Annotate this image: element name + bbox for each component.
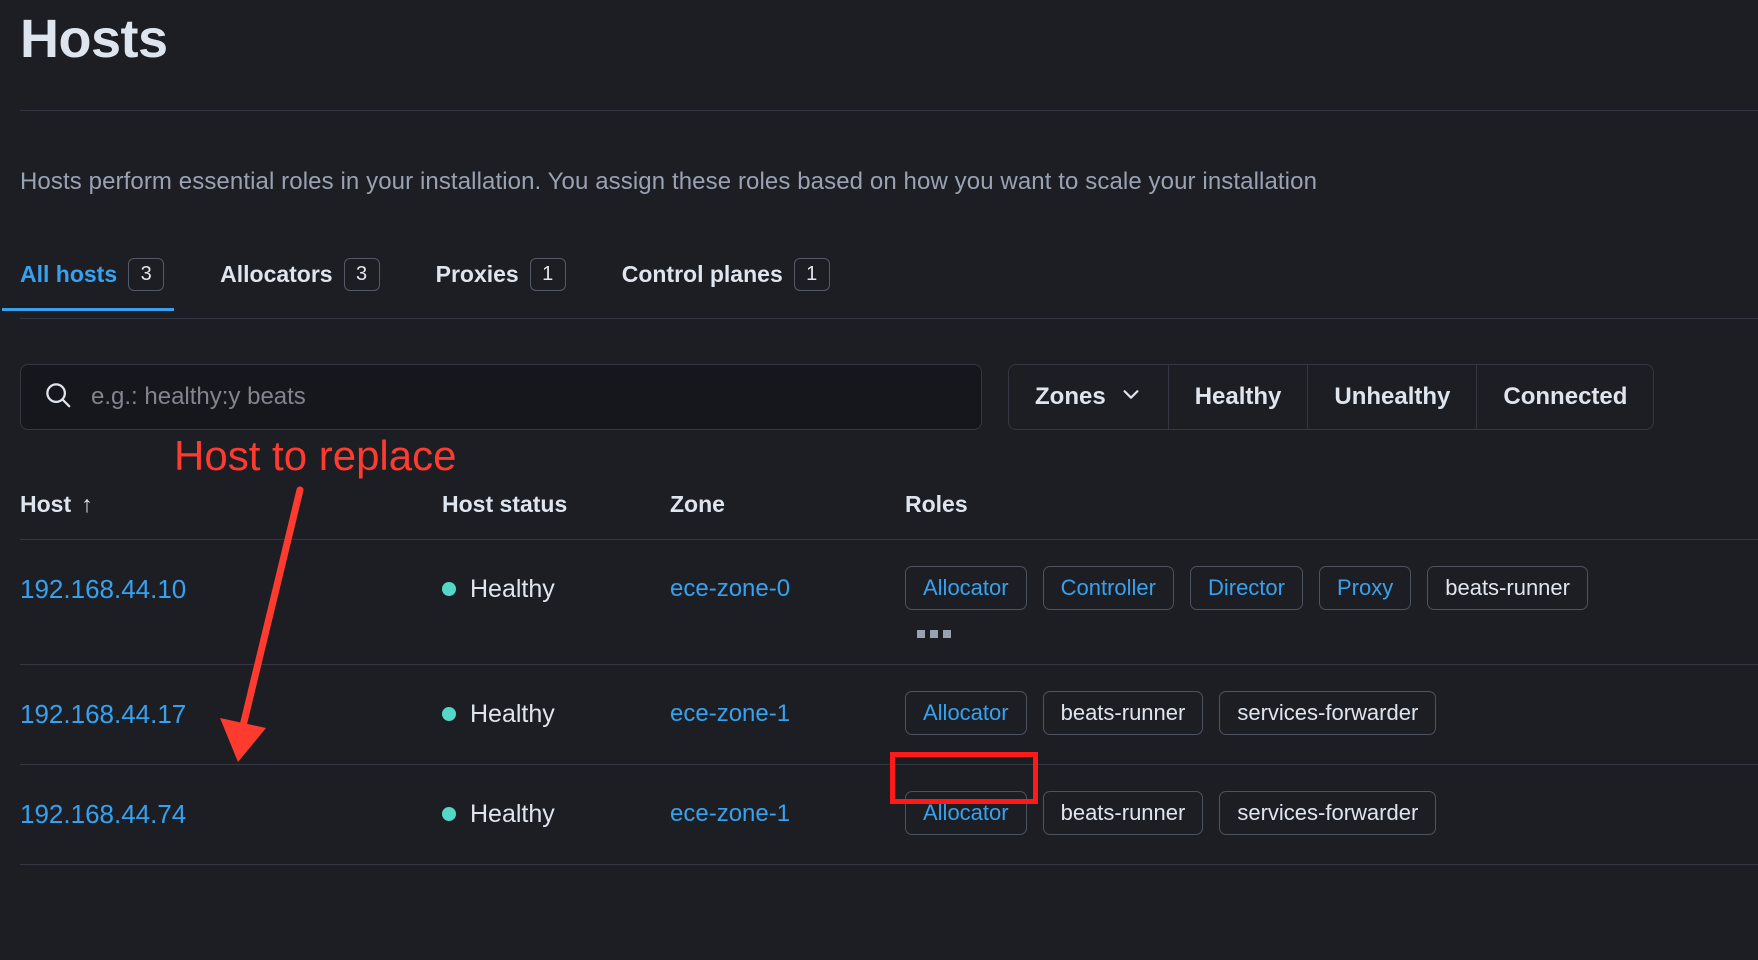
roles-cell: Allocator beats-runner services-forwarde… xyxy=(905,691,1758,735)
role-badge-beats-runner: beats-runner xyxy=(1043,691,1204,735)
host-link[interactable]: 192.168.44.74 xyxy=(20,799,186,830)
tab-allocators[interactable]: Allocators 3 xyxy=(220,258,403,311)
status-dot-icon xyxy=(442,707,456,721)
host-cell: 192.168.44.74 xyxy=(20,791,442,837)
tab-allocators-label: Allocators xyxy=(220,261,332,288)
tab-allocators-count: 3 xyxy=(344,258,380,291)
page-description: Hosts perform essential roles in your in… xyxy=(20,168,1317,196)
filter-zones-label: Zones xyxy=(1035,383,1106,411)
role-badge-allocator[interactable]: Allocator xyxy=(905,691,1027,735)
zone-link[interactable]: ece-zone-1 xyxy=(670,800,790,828)
ellipsis-dot-icon xyxy=(917,630,925,638)
status-badge: Healthy xyxy=(470,700,555,729)
role-badge-proxy[interactable]: Proxy xyxy=(1319,566,1411,610)
search-input[interactable] xyxy=(91,383,959,411)
tab-control-planes[interactable]: Control planes 1 xyxy=(622,258,854,311)
table-row: 192.168.44.10 Healthy ece-zone-0 Allocat… xyxy=(20,540,1758,665)
role-badge-allocator[interactable]: Allocator xyxy=(905,791,1027,835)
tab-proxies-count: 1 xyxy=(530,258,566,291)
ellipsis-dot-icon xyxy=(930,630,938,638)
hosts-page: Hosts Hosts perform essential roles in y… xyxy=(0,0,1758,960)
tab-proxies-label: Proxies xyxy=(436,261,519,288)
filter-zones[interactable]: Zones xyxy=(1009,365,1169,429)
search-bar[interactable] xyxy=(20,364,982,430)
title-divider xyxy=(20,110,1758,111)
zone-link[interactable]: ece-zone-0 xyxy=(670,575,790,603)
filter-group: Zones Healthy Unhealthy Connected xyxy=(1008,364,1654,430)
status-badge: Healthy xyxy=(470,800,555,829)
tab-all-hosts-label: All hosts xyxy=(20,261,117,288)
role-list: Allocator beats-runner services-forwarde… xyxy=(905,791,1758,835)
role-list: Allocator Controller Director Proxy beat… xyxy=(905,566,1758,610)
zone-cell: ece-zone-0 xyxy=(670,566,905,612)
host-link[interactable]: 192.168.44.10 xyxy=(20,574,186,605)
search-icon xyxy=(43,380,73,415)
status-badge: Healthy xyxy=(470,575,555,604)
tab-bar: All hosts 3 Allocators 3 Proxies 1 Contr… xyxy=(20,258,886,311)
status-dot-icon xyxy=(442,582,456,596)
role-badge-beats-runner: beats-runner xyxy=(1043,791,1204,835)
chevron-down-icon xyxy=(1120,383,1142,412)
role-badge-allocator[interactable]: Allocator xyxy=(905,566,1027,610)
filter-unhealthy[interactable]: Unhealthy xyxy=(1308,365,1477,429)
host-status-cell: Healthy xyxy=(442,791,670,837)
role-badge-beats-runner: beats-runner xyxy=(1427,566,1588,610)
tab-proxies[interactable]: Proxies 1 xyxy=(436,258,590,311)
roles-cell: Allocator beats-runner services-forwarde… xyxy=(905,791,1758,835)
tab-all-hosts[interactable]: All hosts 3 xyxy=(20,258,188,311)
tab-all-hosts-count: 3 xyxy=(128,258,164,291)
zone-link[interactable]: ece-zone-1 xyxy=(670,700,790,728)
tab-control-planes-label: Control planes xyxy=(622,261,783,288)
host-link[interactable]: 192.168.44.17 xyxy=(20,699,186,730)
column-header-host[interactable]: Host ↑ xyxy=(20,491,442,518)
table-header: Host ↑ Host status Zone Roles xyxy=(20,470,1758,540)
role-badge-services-forwarder: services-forwarder xyxy=(1219,791,1436,835)
page-title: Hosts xyxy=(20,8,168,70)
ellipsis-dot-icon xyxy=(943,630,951,638)
roles-cell: Allocator Controller Director Proxy beat… xyxy=(905,566,1758,638)
column-header-host-label: Host xyxy=(20,491,71,518)
host-status-cell: Healthy xyxy=(442,566,670,612)
filter-connected[interactable]: Connected xyxy=(1477,365,1653,429)
sort-ascending-icon: ↑ xyxy=(81,491,93,518)
column-header-roles[interactable]: Roles xyxy=(905,491,1758,518)
status-dot-icon xyxy=(442,807,456,821)
zone-cell: ece-zone-1 xyxy=(670,691,905,737)
role-badge-services-forwarder: services-forwarder xyxy=(1219,691,1436,735)
tabs-divider xyxy=(20,318,1758,319)
column-header-host-status[interactable]: Host status xyxy=(442,491,670,518)
host-cell: 192.168.44.17 xyxy=(20,691,442,737)
table-row: 192.168.44.74 Healthy ece-zone-1 Allocat… xyxy=(20,765,1758,865)
more-roles-button[interactable] xyxy=(917,630,961,638)
role-list: Allocator beats-runner services-forwarde… xyxy=(905,691,1758,735)
filter-healthy[interactable]: Healthy xyxy=(1169,365,1309,429)
hosts-table: Host ↑ Host status Zone Roles 192.168.44… xyxy=(20,470,1758,865)
role-badge-controller[interactable]: Controller xyxy=(1043,566,1174,610)
zone-cell: ece-zone-1 xyxy=(670,791,905,837)
host-status-cell: Healthy xyxy=(442,691,670,737)
column-header-zone[interactable]: Zone xyxy=(670,491,905,518)
host-cell: 192.168.44.10 xyxy=(20,566,442,612)
table-row: 192.168.44.17 Healthy ece-zone-1 Allocat… xyxy=(20,665,1758,765)
role-badge-director[interactable]: Director xyxy=(1190,566,1303,610)
tab-control-planes-count: 1 xyxy=(794,258,830,291)
